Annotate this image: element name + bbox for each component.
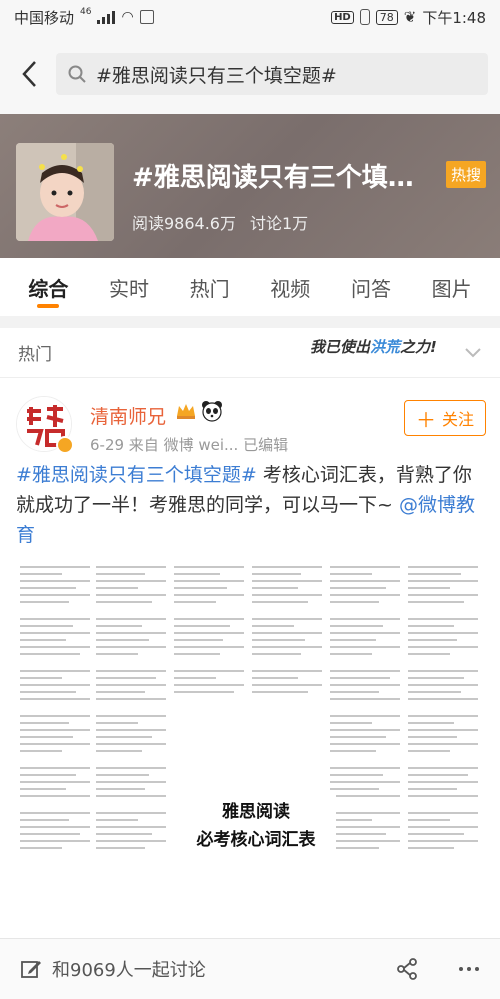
carrier-label: 中国移动 xyxy=(14,8,75,27)
section-header: 热门 我已使出洪荒之力! xyxy=(0,328,500,378)
author-badges xyxy=(175,400,223,422)
child-photo-icon xyxy=(16,143,114,241)
search-header: #雅思阅读只有三个填空题# xyxy=(0,34,500,114)
clock-time: 下午1:48 xyxy=(422,8,486,27)
bottom-actions xyxy=(396,958,480,980)
comment-prompt: 和9069人一起讨论 xyxy=(52,960,206,981)
signal-icon xyxy=(97,10,116,24)
plus-icon: ＋ xyxy=(415,407,436,432)
post-image[interactable]: 雅思阅读 必考核心词汇表 xyxy=(16,556,484,936)
tab-video[interactable]: 视频 xyxy=(270,258,310,316)
search-query: #雅思阅读只有三个填空题# xyxy=(96,64,337,87)
post-hashtag[interactable]: #雅思阅读只有三个填空题# xyxy=(16,464,257,486)
vibrate-icon xyxy=(359,9,370,25)
bottom-bar: 和9069人一起讨论 xyxy=(0,938,500,999)
leaf-icon: ❦ xyxy=(403,8,417,26)
edit-icon xyxy=(21,961,41,978)
network-type: 46 xyxy=(80,6,92,17)
status-bar: 中国移动 46 ◠ HD 78 ❦ 下午1:48 xyxy=(0,0,500,34)
tab-realtime[interactable]: 实时 xyxy=(109,258,149,316)
chevron-left-icon xyxy=(22,61,36,87)
wifi-icon: ◠ xyxy=(121,9,134,25)
follow-label: 关注 xyxy=(441,410,474,429)
read-count: 阅读9864.6万 xyxy=(132,214,236,233)
post-text: #雅思阅读只有三个填空题# 考核心词汇表，背熟了你就成功了一半！考雅思的同学，可… xyxy=(16,460,486,550)
filter-tabs: 综合 实时 热门 视频 问答 图片 xyxy=(0,258,500,316)
topic-title: #雅思阅读只有三个填空题# xyxy=(132,163,432,193)
author-name[interactable]: 清南师兄 xyxy=(90,402,166,429)
battery-icon: 78 xyxy=(375,9,398,25)
topic-banner: #雅思阅读只有三个填空题# 热搜 阅读9864.6万 讨论1万 xyxy=(0,114,500,258)
hot-search-badge[interactable]: 热搜 xyxy=(446,161,487,188)
image-title: 雅思阅读 必考核心词汇表 xyxy=(176,790,336,862)
comment-input[interactable]: 和9069人一起讨论 xyxy=(20,947,396,991)
verified-badge-icon xyxy=(56,436,74,454)
tab-comprehensive[interactable]: 综合 xyxy=(28,258,68,316)
more-icon[interactable] xyxy=(458,958,480,980)
back-button[interactable] xyxy=(12,54,46,94)
topic-stats: 阅读9864.6万 讨论1万 xyxy=(132,210,308,234)
panda-icon xyxy=(202,401,222,422)
post-meta: 6-29 来自 微博 wei... 已编辑 xyxy=(90,436,289,454)
sticker-image: 我已使出洪荒之力! xyxy=(310,338,437,356)
section-title: 热门 xyxy=(18,345,52,365)
gallery-icon xyxy=(139,10,154,24)
discussion-count: 讨论1万 xyxy=(250,214,309,233)
chevron-down-icon[interactable] xyxy=(464,347,482,359)
crown-icon xyxy=(177,404,195,419)
post-card: 清南师兄 6-29 来自 微博 wei... 已编辑 ＋ 关注 #雅思阅读只有三… xyxy=(0,378,500,938)
follow-button[interactable]: ＋ 关注 xyxy=(404,400,486,436)
search-input[interactable]: #雅思阅读只有三个填空题# xyxy=(56,53,488,95)
topic-avatar[interactable] xyxy=(16,143,114,241)
search-icon xyxy=(68,65,86,83)
share-icon[interactable] xyxy=(396,958,418,980)
tab-popular[interactable]: 热门 xyxy=(190,258,230,316)
tab-qa[interactable]: 问答 xyxy=(351,258,391,316)
tab-images[interactable]: 图片 xyxy=(432,258,472,316)
hd-icon: HD xyxy=(331,10,354,24)
